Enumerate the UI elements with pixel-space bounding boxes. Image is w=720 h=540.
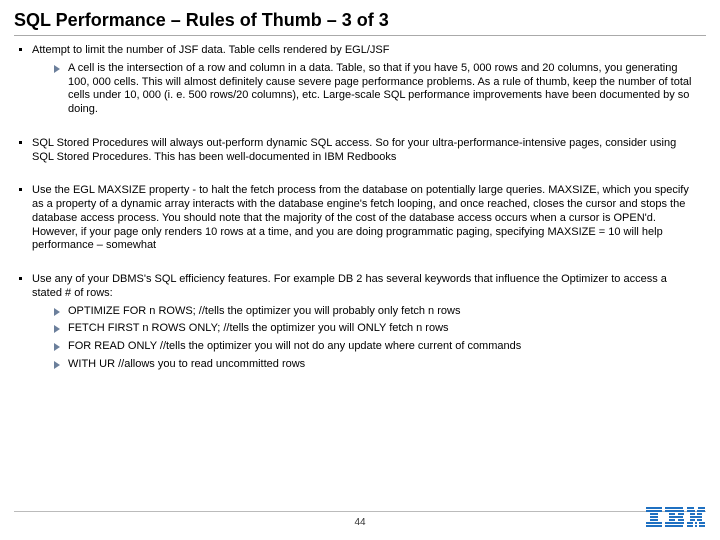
list-item: Use any of your DBMS's SQL efficiency fe… xyxy=(32,273,696,372)
sub-list: A cell is the intersection of a row and … xyxy=(32,62,696,117)
sub-item: OPTIMIZE FOR n ROWS; //tells the optimiz… xyxy=(54,305,696,319)
sub-item: WITH UR //allows you to read uncommitted… xyxy=(54,358,696,372)
sub-item: FETCH FIRST n ROWS ONLY; //tells the opt… xyxy=(54,322,696,336)
bullet-text: Use any of your DBMS's SQL efficiency fe… xyxy=(32,273,667,299)
bullet-list: Attempt to limit the number of JSF data.… xyxy=(14,44,696,372)
sub-item: A cell is the intersection of a row and … xyxy=(54,62,696,117)
list-item: Attempt to limit the number of JSF data.… xyxy=(32,44,696,117)
bullet-text: SQL Stored Procedures will always out-pe… xyxy=(32,137,676,163)
list-item: SQL Stored Procedures will always out-pe… xyxy=(32,137,696,165)
sub-item: FOR READ ONLY //tells the optimizer you … xyxy=(54,340,696,354)
page-title: SQL Performance – Rules of Thumb – 3 of … xyxy=(0,0,720,35)
page-number: 44 xyxy=(0,517,720,528)
bullet-text: Attempt to limit the number of JSF data.… xyxy=(32,44,389,56)
title-underline xyxy=(14,35,706,36)
sub-list: OPTIMIZE FOR n ROWS; //tells the optimiz… xyxy=(32,305,696,372)
footer-divider xyxy=(14,511,706,512)
content-area: Attempt to limit the number of JSF data.… xyxy=(0,44,720,372)
bullet-text: Use the EGL MAXSIZE property - to halt t… xyxy=(32,184,689,251)
ibm-logo xyxy=(646,507,706,534)
list-item: Use the EGL MAXSIZE property - to halt t… xyxy=(32,184,696,253)
